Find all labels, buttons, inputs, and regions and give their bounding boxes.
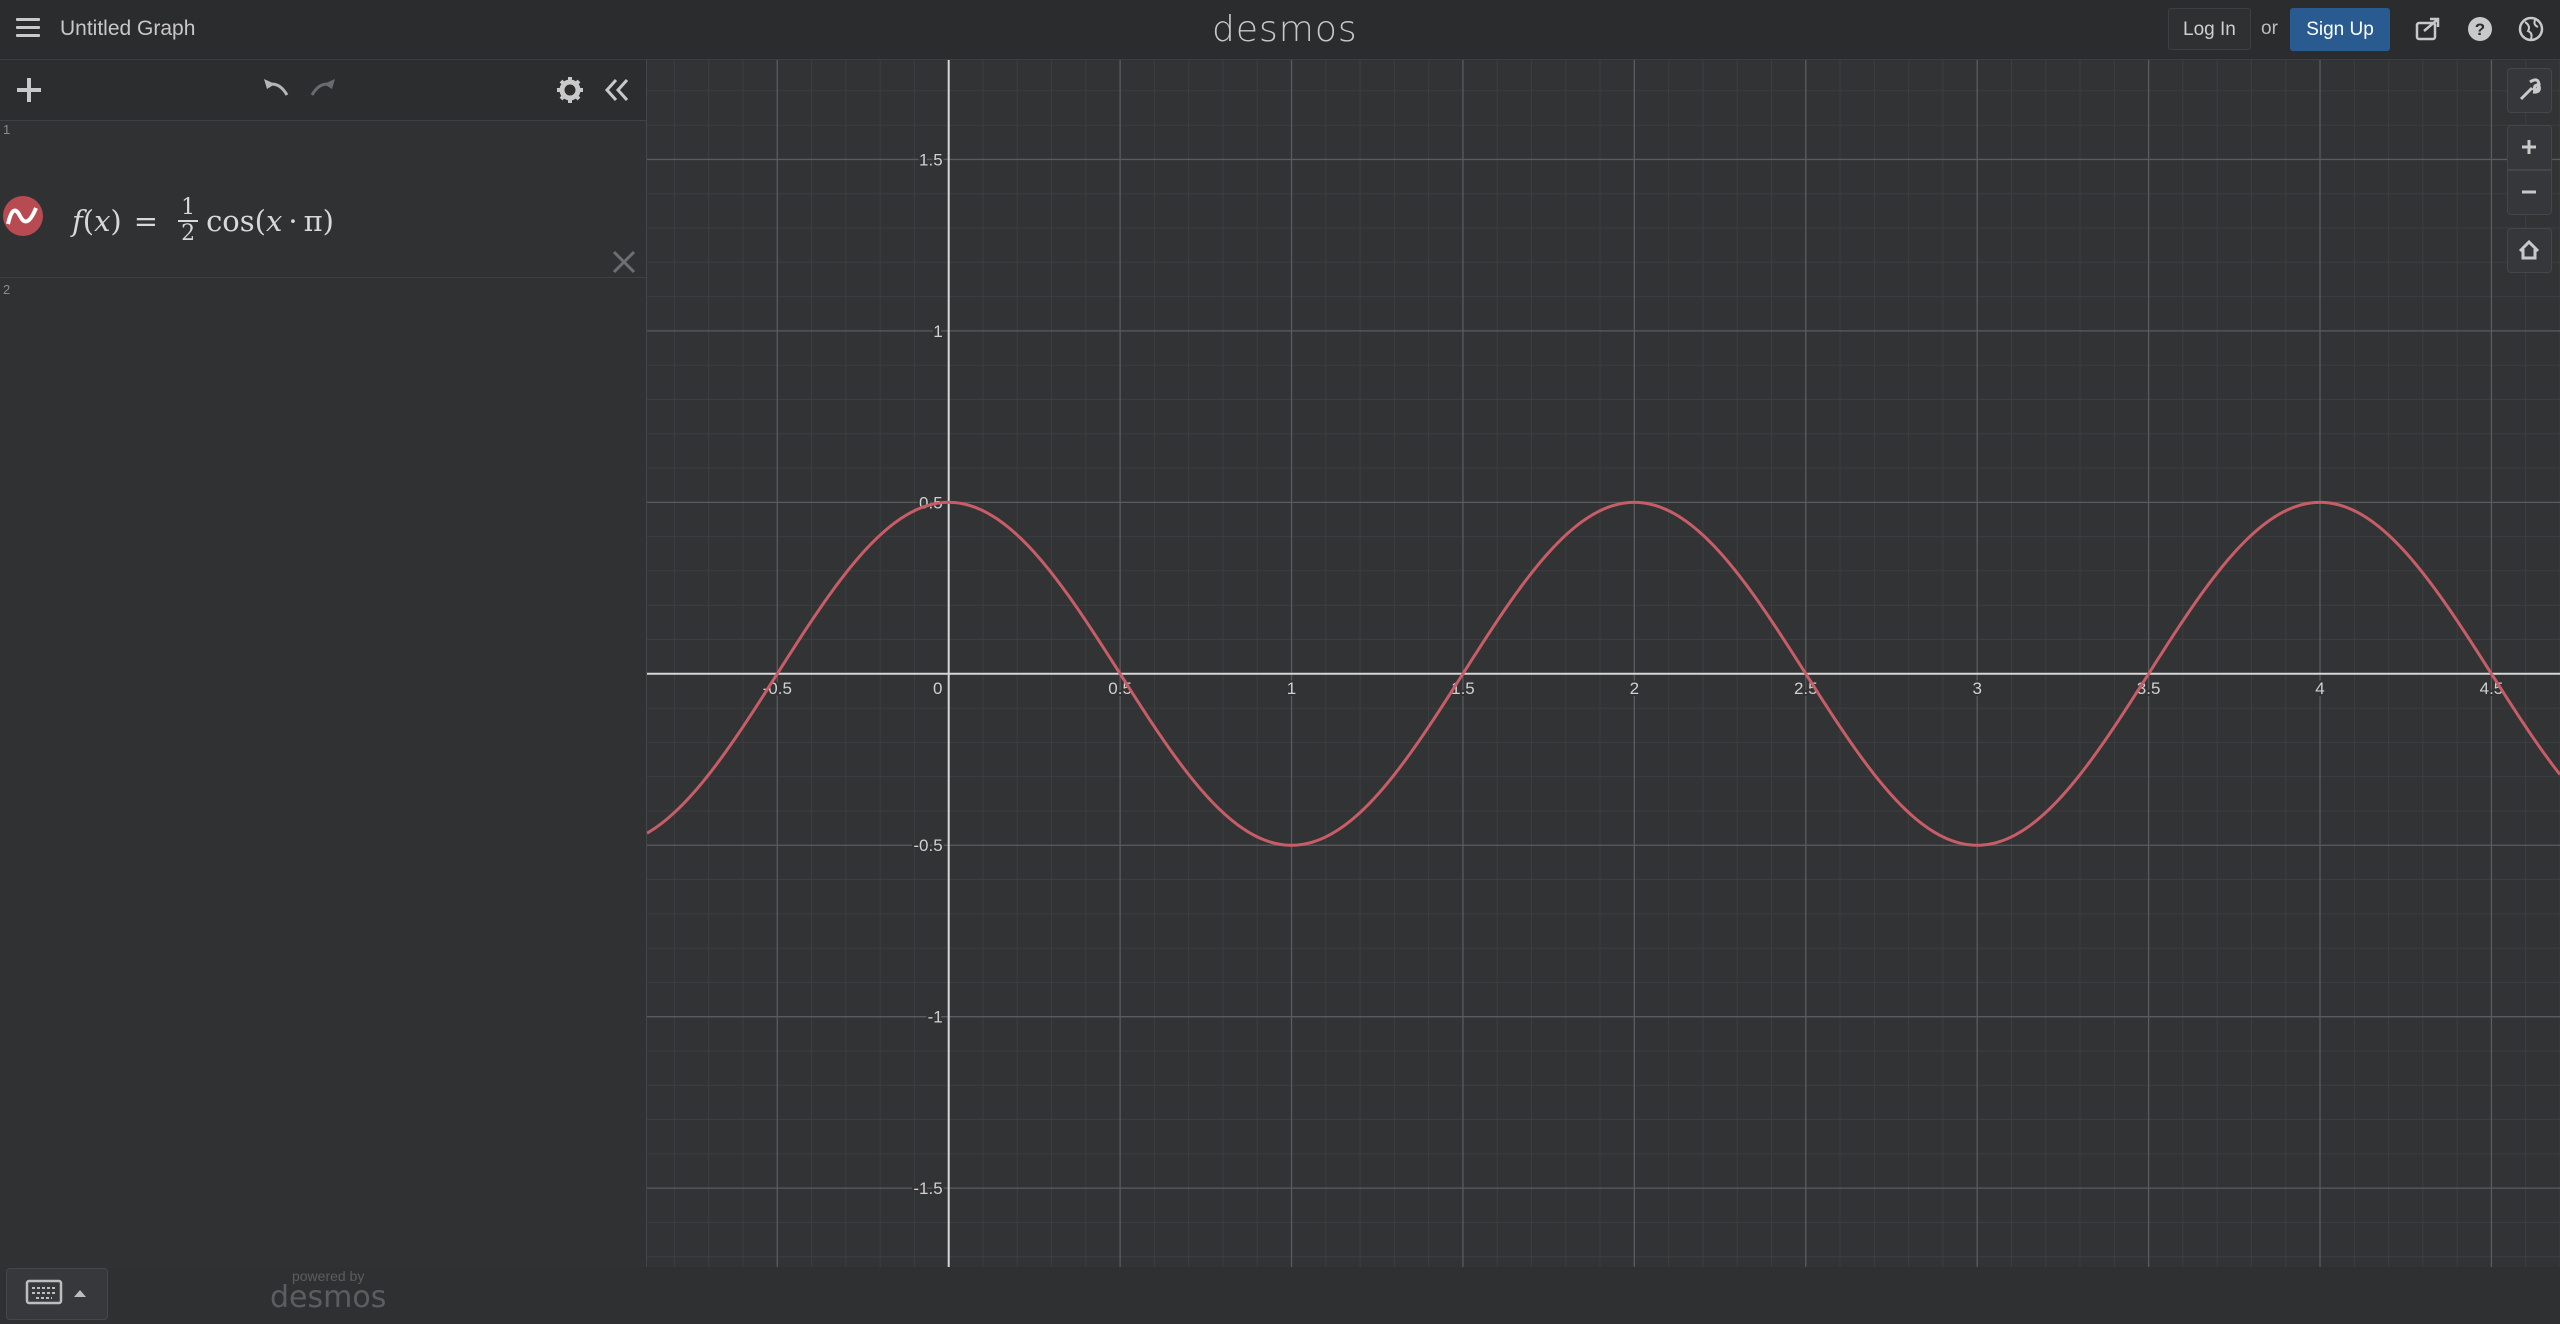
top-header: Untitled Graph desmos Log In or Sign Up …: [0, 0, 2560, 60]
pi-symbol: π: [303, 204, 323, 238]
keyboard-icon: [25, 1279, 86, 1305]
desmos-logo: desmos: [1212, 9, 1358, 50]
or-text: or: [2261, 18, 2278, 39]
x-tick-label: 4: [2315, 679, 2324, 698]
undo-icon[interactable]: [259, 73, 293, 107]
login-button[interactable]: Log In: [2168, 8, 2251, 50]
y-tick-label: 1.5: [919, 150, 943, 169]
settings-gear-icon[interactable]: [553, 73, 587, 107]
powered-by-desmos: powered by desmos: [270, 1268, 386, 1315]
zoom-out-icon[interactable]: [2507, 170, 2552, 215]
fraction-numerator: 1: [178, 196, 199, 222]
default-view-home-icon[interactable]: [2507, 228, 2552, 273]
y-tick-label: 1: [933, 322, 942, 341]
x-tick-label: 1: [1287, 679, 1296, 698]
graph-plot[interactable]: -0.5 0 0.5 1 1.5 2 2.5 3 3.5 4 4.51.510.5-0.5-1-1.…: [647, 60, 2560, 1267]
signup-button[interactable]: Sign Up: [2290, 8, 2390, 51]
graph-settings-wrench-icon[interactable]: [2507, 68, 2552, 113]
collapse-panel-icon[interactable]: [600, 73, 634, 107]
y-tick-label: -1: [928, 1008, 943, 1027]
expression-toolbar: [0, 60, 646, 121]
svg-text:?: ?: [2475, 20, 2485, 39]
y-tick-label: -1.5: [913, 1179, 942, 1198]
x-tick-label: 0: [933, 679, 942, 698]
multiply-dot: ·: [288, 204, 298, 238]
expression-index: 2: [3, 282, 11, 297]
cos-arg-x: x: [265, 204, 283, 238]
graph-canvas[interactable]: -0.5 0 0.5 1 1.5 2 2.5 3 3.5 4 4.5 1.5 1 0.5 -0.5 -1 -1.…: [647, 60, 2560, 1267]
fraction-denominator: 2: [181, 221, 196, 246]
x-tick-label: 3: [1972, 679, 1981, 698]
keypad-toggle-button[interactable]: [6, 1268, 108, 1320]
footer-desmos-logo: desmos: [270, 1280, 387, 1315]
menu-icon[interactable]: [16, 18, 40, 38]
delete-expression-icon[interactable]: [610, 248, 638, 276]
help-icon[interactable]: ?: [2465, 14, 2495, 44]
expression-index: 1: [3, 122, 11, 137]
function-name: f: [72, 204, 83, 238]
redo-icon[interactable]: [306, 73, 340, 107]
share-icon[interactable]: [2413, 14, 2443, 44]
add-expression-icon[interactable]: [12, 73, 46, 107]
y-tick-label: -0.5: [913, 836, 942, 855]
graph-title[interactable]: Untitled Graph: [60, 17, 195, 41]
cos-function: cos: [206, 204, 255, 238]
expression-input[interactable]: f (x) = 1 2 cos (x · π): [72, 196, 334, 246]
expression-list-panel: 1 f (x) = 1 2 cos (x · π) 2 powered by d…: [0, 60, 647, 1320]
graph-color-icon[interactable]: [3, 196, 43, 236]
x-tick-label: 2: [1630, 679, 1639, 698]
expression-row[interactable]: 1 f (x) = 1 2 cos (x · π): [0, 120, 646, 278]
function-arg: x: [94, 204, 111, 238]
zoom-in-icon[interactable]: [2507, 125, 2552, 170]
language-globe-icon[interactable]: [2516, 14, 2546, 44]
equals-sign: =: [133, 204, 159, 238]
fraction: 1 2: [178, 196, 199, 246]
